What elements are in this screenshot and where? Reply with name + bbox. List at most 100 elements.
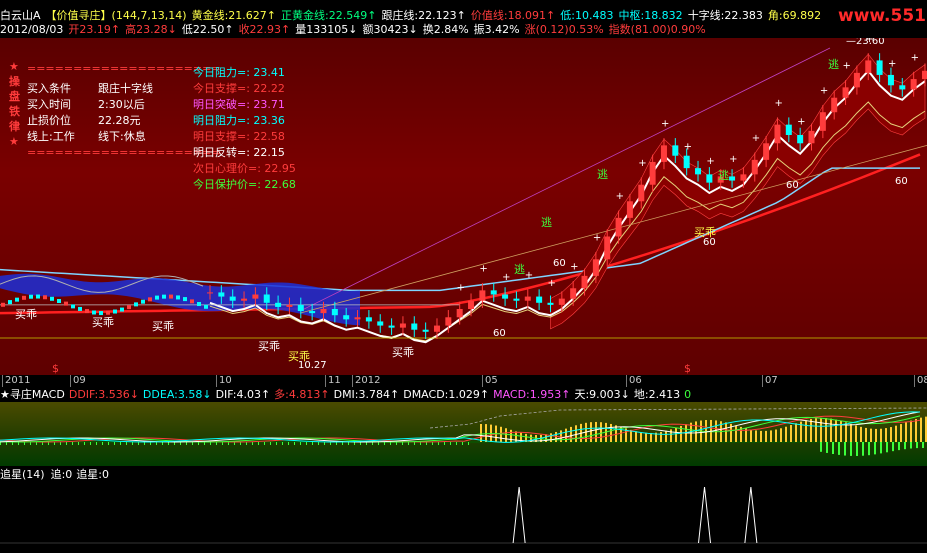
macd-bar-neg bbox=[886, 442, 888, 453]
candle-body-early bbox=[113, 309, 117, 314]
candle-body bbox=[899, 85, 906, 90]
quote-date: 2012/08/03 bbox=[0, 23, 64, 36]
high-mark: —23.60 bbox=[846, 38, 885, 47]
buy-label: 买乖 bbox=[152, 320, 174, 333]
macd-title: ★寻庄MACD bbox=[0, 388, 65, 401]
zhuixing-title: 追星(14) bbox=[0, 468, 45, 481]
macd-bar bbox=[880, 428, 882, 442]
zhuixing-chart-svg[interactable] bbox=[0, 483, 927, 553]
macd-chart-svg[interactable] bbox=[0, 402, 927, 466]
candle-body-early bbox=[85, 309, 89, 314]
macd-bar-small bbox=[78, 442, 79, 445]
macd-bar-small bbox=[246, 442, 247, 445]
macd-bar-neg bbox=[850, 442, 852, 456]
cross-marker: + bbox=[752, 133, 760, 144]
macd-bar-small bbox=[102, 442, 103, 445]
candle-body bbox=[547, 302, 554, 305]
macd-bar bbox=[825, 418, 827, 442]
macd-bar-small bbox=[156, 442, 157, 445]
header-line-2: 2012/08/03 开23.19↑ 高23.28↓ 低22.50↑ 收22.93↑ 量1… bbox=[0, 23, 711, 37]
cross-marker: + bbox=[888, 59, 896, 70]
quote-low: 低22.50↑ bbox=[181, 23, 234, 36]
candle-body bbox=[683, 155, 690, 169]
candle-body-early bbox=[92, 310, 96, 315]
macd-bar bbox=[610, 423, 612, 442]
macd-bar bbox=[810, 418, 812, 442]
macd-bar bbox=[920, 417, 922, 442]
quote-index: 指数(81.00)0.90% bbox=[608, 23, 706, 36]
macd-bar-neg bbox=[910, 442, 912, 449]
macd-series-9: 0 bbox=[684, 388, 692, 401]
macd-bar-small bbox=[30, 442, 31, 445]
candle-body bbox=[910, 79, 917, 90]
macd-series-7: 天:9.003↓ bbox=[574, 388, 630, 401]
macd-bar-small bbox=[372, 442, 373, 445]
s-marker: $ bbox=[52, 362, 59, 375]
zhuixing-header: 追星(14) 追:0 追星:0 bbox=[0, 467, 927, 483]
candle-body bbox=[558, 298, 565, 305]
macd-bar-small bbox=[192, 442, 193, 445]
candle-body bbox=[524, 296, 531, 301]
macd-bar bbox=[905, 422, 907, 442]
macd-bar bbox=[635, 431, 637, 442]
candle-body-early bbox=[15, 297, 19, 302]
candle-body bbox=[490, 290, 497, 295]
strategy-row-value: 22.28元 bbox=[98, 114, 141, 127]
cross-marker: + bbox=[797, 117, 805, 128]
macd-bar bbox=[755, 430, 757, 442]
macd-bar-small bbox=[114, 442, 115, 445]
macd-bar-small bbox=[120, 442, 121, 445]
candle-body bbox=[502, 294, 509, 299]
indicator-name[interactable]: 【价值寻庄】(144,7,13,14) bbox=[46, 9, 187, 22]
date-tick: 2011 bbox=[2, 375, 30, 387]
price-level-0: 今日阻力=: 23.41 bbox=[193, 66, 285, 79]
macd-bar bbox=[675, 427, 677, 442]
macd-bar bbox=[835, 419, 837, 442]
candle-body-early bbox=[176, 295, 180, 300]
strategy-divider-top: ===================== bbox=[27, 62, 221, 75]
macd-series-4: DMI:3.784↑ bbox=[333, 388, 400, 401]
macd-bar-neg bbox=[880, 442, 882, 454]
macd-bar-small bbox=[276, 442, 277, 445]
macd-bar-small bbox=[108, 442, 109, 445]
candle-body bbox=[797, 135, 804, 144]
macd-bar bbox=[850, 423, 852, 442]
macd-bar bbox=[865, 427, 867, 442]
candle-body-early bbox=[99, 311, 103, 316]
candle-body bbox=[286, 304, 293, 307]
macd-bar bbox=[645, 432, 647, 442]
candle-body bbox=[252, 294, 259, 299]
macd-bar-small bbox=[6, 442, 7, 445]
red-band bbox=[550, 53, 926, 330]
macd-bar-small bbox=[216, 442, 217, 445]
strategy-divider-bottom: ===================== bbox=[27, 146, 221, 159]
low-mark: 10.27 bbox=[298, 360, 327, 371]
candle-body bbox=[626, 201, 633, 218]
macd-bar-small bbox=[318, 442, 319, 445]
candle-body bbox=[774, 124, 781, 144]
quote-change: 涨(0.12)0.53% bbox=[524, 23, 604, 36]
quote-amplitude: 振3.42% bbox=[473, 23, 520, 36]
candle-body-early bbox=[29, 294, 33, 299]
date-axis: 2011 09 10 11 2012 05 06 07 08 bbox=[0, 375, 927, 387]
candle-body bbox=[615, 217, 622, 237]
macd-bar-small bbox=[270, 442, 271, 445]
macd-bar bbox=[885, 428, 887, 442]
candle-body bbox=[536, 296, 543, 303]
macd-bar-small bbox=[378, 442, 379, 445]
macd-bar bbox=[750, 429, 752, 442]
candle-body bbox=[842, 87, 849, 98]
macd-bar bbox=[890, 427, 892, 442]
macd-bar bbox=[480, 424, 482, 442]
macd-bar bbox=[640, 432, 642, 442]
strategy-star-char: 铁 bbox=[9, 105, 20, 118]
macd-bar-neg bbox=[820, 442, 822, 452]
macd-bar-small bbox=[294, 442, 295, 445]
date-tick: 10 bbox=[216, 375, 232, 387]
macd-bar bbox=[765, 430, 767, 442]
candle-body bbox=[831, 97, 838, 113]
cross-marker: + bbox=[684, 142, 692, 153]
candle-body-early bbox=[57, 298, 61, 303]
cross-marker: + bbox=[774, 98, 782, 109]
stock-name[interactable]: 白云山A bbox=[0, 9, 41, 22]
